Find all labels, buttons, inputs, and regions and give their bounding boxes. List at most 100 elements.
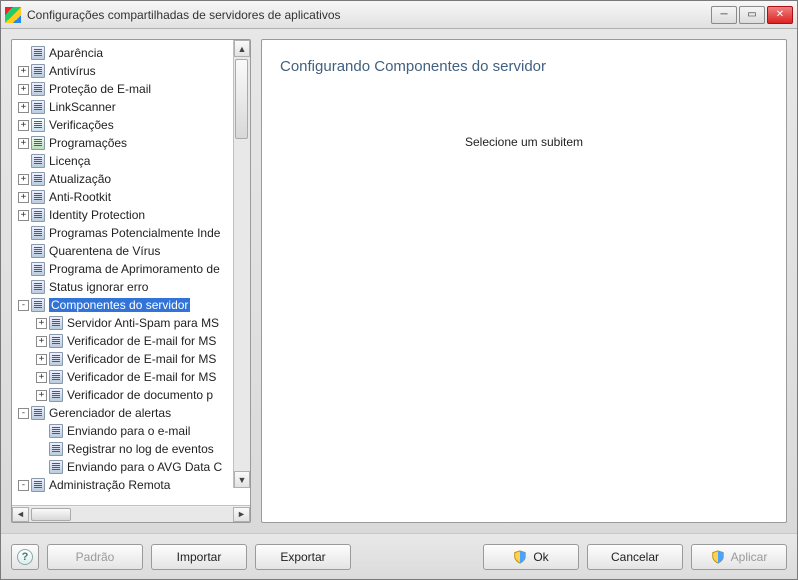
expand-icon[interactable]: + [36, 390, 47, 401]
tree-item-label: Antivírus [49, 64, 96, 78]
page-icon [31, 478, 45, 492]
tree-item[interactable]: + Verificações [12, 116, 250, 134]
expand-icon[interactable]: + [18, 120, 29, 131]
tree-item-label: Anti-Rootkit [49, 190, 111, 204]
collapse-icon[interactable]: - [18, 480, 29, 491]
tree-item-label: Verificador de E-mail for MS [67, 370, 216, 384]
tree-item-label: Programa de Aprimoramento de [49, 262, 220, 276]
scroll-down-icon[interactable]: ▼ [234, 471, 250, 488]
tree-item[interactable]: +Programações [12, 134, 250, 152]
page-icon [31, 154, 45, 168]
expand-icon[interactable]: + [18, 192, 29, 203]
shield-icon [711, 550, 725, 564]
scroll-track[interactable] [234, 57, 250, 471]
scroll-left-icon[interactable]: ◄ [12, 507, 29, 522]
scroll-track-h[interactable] [29, 507, 233, 522]
tree-item-label: Proteção de E-mail [49, 82, 151, 96]
scroll-right-icon[interactable]: ► [233, 507, 250, 522]
tree-item[interactable]: +Verificador de E-mail for MS [12, 350, 250, 368]
expander-placeholder [18, 48, 29, 59]
tree-item[interactable]: - Gerenciador de alertas [12, 404, 250, 422]
page-icon [31, 262, 45, 276]
import-button-label: Importar [177, 550, 222, 564]
tree-item[interactable]: + Anti-Rootkit [12, 188, 250, 206]
expand-icon[interactable]: + [36, 318, 47, 329]
tree-item[interactable]: +LinkScanner [12, 98, 250, 116]
window-title: Configurações compartilhadas de servidor… [27, 8, 711, 22]
expander-placeholder [36, 444, 47, 455]
shield-icon [513, 550, 527, 564]
tree-item-label: Componentes do servidor [49, 298, 190, 312]
tree-item[interactable]: Programas Potencialmente Inde [12, 224, 250, 242]
apply-button[interactable]: Aplicar [691, 544, 787, 570]
tree-item-label: Verificações [49, 118, 114, 132]
expand-icon[interactable]: + [36, 336, 47, 347]
page-icon [31, 298, 45, 312]
expand-icon[interactable]: + [18, 66, 29, 77]
page-icon [49, 316, 63, 330]
close-button[interactable]: ✕ [767, 6, 793, 24]
page-icon [31, 82, 45, 96]
tree-item[interactable]: Quarentena de Vírus [12, 242, 250, 260]
scroll-up-icon[interactable]: ▲ [234, 40, 250, 57]
titlebar[interactable]: Configurações compartilhadas de servidor… [1, 1, 797, 29]
expand-icon[interactable]: + [18, 84, 29, 95]
detail-message: Selecione um subitem [280, 135, 768, 149]
expand-icon[interactable]: + [18, 138, 29, 149]
scroll-thumb[interactable] [235, 59, 248, 139]
tree-item-label: Verificador de documento p [67, 388, 213, 402]
expand-icon[interactable]: + [18, 210, 29, 221]
tree-item[interactable]: - Componentes do servidor [12, 296, 250, 314]
tree-item[interactable]: Status ignorar erro [12, 278, 250, 296]
window-controls: ─ ▭ ✕ [711, 6, 793, 24]
import-button[interactable]: Importar [151, 544, 247, 570]
expand-icon[interactable]: + [18, 102, 29, 113]
expand-icon[interactable]: + [36, 354, 47, 365]
tree-item[interactable]: + Verificador de documento p [12, 386, 250, 404]
ok-button[interactable]: Ok [483, 544, 579, 570]
expander-placeholder [18, 246, 29, 257]
app-icon [5, 7, 21, 23]
tree-item-label: Verificador de E-mail for MS [67, 334, 216, 348]
tree-item-label: Licença [49, 154, 90, 168]
tree-item[interactable]: + Verificador de E-mail for MS [12, 332, 250, 350]
tree-item[interactable]: -Administração Remota [12, 476, 250, 494]
help-button[interactable]: ? [11, 544, 39, 570]
expand-icon[interactable]: + [18, 174, 29, 185]
tree-item[interactable]: Programa de Aprimoramento de [12, 260, 250, 278]
apply-button-label: Aplicar [731, 550, 768, 564]
tree-item[interactable]: Aparência [12, 44, 250, 62]
page-icon [49, 424, 63, 438]
expand-icon[interactable]: + [36, 372, 47, 383]
tree-item[interactable]: + Verificador de E-mail for MS [12, 368, 250, 386]
tree-item[interactable]: +Atualização [12, 170, 250, 188]
tree-item[interactable]: +Identity Protection [12, 206, 250, 224]
maximize-button[interactable]: ▭ [739, 6, 765, 24]
horizontal-scrollbar[interactable]: ◄ ► [12, 505, 250, 522]
expander-placeholder [18, 228, 29, 239]
expander-placeholder [18, 264, 29, 275]
tree-item[interactable]: Enviando para o AVG Data C [12, 458, 250, 476]
tree-panel: Aparência+Antivírus+Proteção de E-mail+L… [11, 39, 251, 523]
tree-item[interactable]: Registrar no log de eventos [12, 440, 250, 458]
tree-item[interactable]: Enviando para o e-mail [12, 422, 250, 440]
collapse-icon[interactable]: - [18, 300, 29, 311]
page-icon [49, 460, 63, 474]
page-icon [31, 208, 45, 222]
content-area: Aparência+Antivírus+Proteção de E-mail+L… [1, 29, 797, 533]
scroll-thumb-h[interactable] [31, 508, 71, 521]
detail-panel: Configurando Componentes do servidor Sel… [261, 39, 787, 523]
tree-item[interactable]: + Proteção de E-mail [12, 80, 250, 98]
tree-body[interactable]: Aparência+Antivírus+Proteção de E-mail+L… [12, 40, 250, 505]
tree-item[interactable]: + Antivírus [12, 62, 250, 80]
vertical-scrollbar[interactable]: ▲ ▼ [233, 40, 250, 488]
tree-item[interactable]: Licença [12, 152, 250, 170]
minimize-button[interactable]: ─ [711, 6, 737, 24]
cancel-button[interactable]: Cancelar [587, 544, 683, 570]
cancel-button-label: Cancelar [611, 550, 659, 564]
export-button[interactable]: Exportar [255, 544, 351, 570]
default-button[interactable]: Padrão [47, 544, 143, 570]
tree-item[interactable]: +Servidor Anti-Spam para MS [12, 314, 250, 332]
collapse-icon[interactable]: - [18, 408, 29, 419]
tree-item-label: Gerenciador de alertas [49, 406, 171, 420]
